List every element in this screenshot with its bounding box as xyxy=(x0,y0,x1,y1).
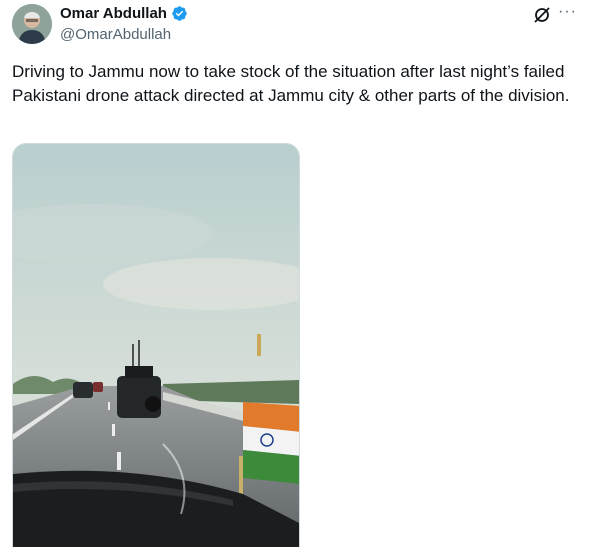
author-handle[interactable]: @OmarAbdullah xyxy=(60,26,171,43)
verified-badge-icon xyxy=(172,6,187,21)
tweet-photo[interactable] xyxy=(12,143,300,547)
author-name-row: Omar Abdullah xyxy=(60,5,188,22)
avatar[interactable] xyxy=(12,4,52,44)
grok-icon[interactable] xyxy=(532,5,552,25)
more-options-icon[interactable]: ··· xyxy=(558,3,577,21)
author-name[interactable]: Omar Abdullah xyxy=(60,5,167,22)
avatar-image xyxy=(12,4,52,44)
tweet-text: Driving to Jammu now to take stock of th… xyxy=(12,62,570,105)
road-photo-image xyxy=(13,144,299,547)
